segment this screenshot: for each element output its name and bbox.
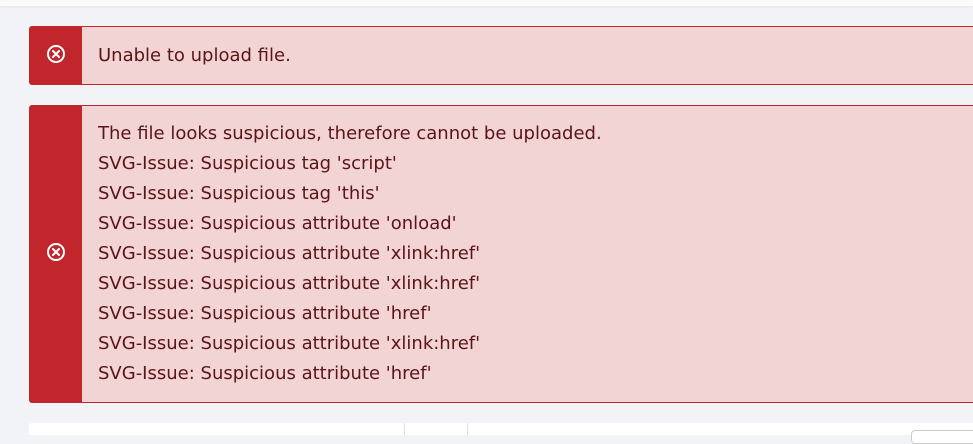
alert-message-line: SVG-Issue: Suspicious attribute 'href' (98, 303, 432, 324)
suspicious-file-alert: The file looks suspicious, therefore can… (29, 105, 973, 403)
alert-message-line: SVG-Issue: Suspicious attribute 'xlink:h… (98, 273, 481, 294)
error-circle-x-icon (46, 44, 66, 68)
upload-error-alert: Unable to upload file. (29, 26, 973, 85)
alert-message-line: SVG-Issue: Suspicious tag 'script' (98, 153, 397, 174)
alert-message-line: SVG-Issue: Suspicious attribute 'href' (98, 363, 432, 384)
alert-message-line: SVG-Issue: Suspicious attribute 'xlink:h… (98, 333, 481, 354)
top-header-bar (0, 0, 973, 6)
alert-message-container: The file looks suspicious, therefore can… (82, 106, 602, 402)
alert-message-line: The file looks suspicious, therefore can… (98, 123, 602, 144)
content-panel (29, 423, 973, 435)
panel-control[interactable] (911, 430, 973, 444)
alert-message-container: Unable to upload file. (82, 27, 291, 84)
alert-message: Unable to upload file. (98, 45, 291, 66)
alert-icon-column (30, 106, 82, 402)
alert-message-line: SVG-Issue: Suspicious attribute 'onload' (98, 213, 457, 234)
alert-icon-column (30, 27, 82, 84)
alert-message-line: SVG-Issue: Suspicious tag 'this' (98, 183, 380, 204)
panel-divider (404, 423, 405, 435)
panel-divider (467, 423, 468, 435)
alert-message-line: SVG-Issue: Suspicious attribute 'xlink:h… (98, 243, 481, 264)
error-circle-x-icon (46, 242, 66, 266)
